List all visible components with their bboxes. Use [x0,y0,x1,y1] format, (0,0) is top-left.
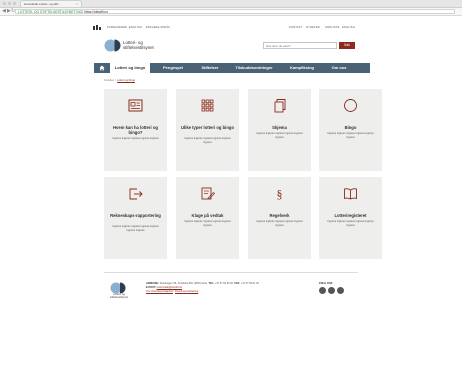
utility-link-3[interactable]: ENKLERE SPRÅK [146,25,170,30]
window-controls[interactable] [3,2,16,5]
utility-link-news[interactable]: NYHETER [306,25,320,30]
card-description: Ingress ingress ingress ingress ingress … [184,220,231,227]
fax-value: +47 57 82 81 00 [240,282,259,285]
card-description: Ingress ingress ingress ingress ingress … [327,132,374,139]
book-icon [344,188,357,200]
address-bar: ◀ ▶ ↻ LOTTERI- OG STIFTELSESTILSYNET [NO… [0,8,462,16]
grid-icon [201,99,214,112]
breadcrumb-current[interactable]: Lotteri og bingo [117,79,135,82]
card-description: Ingress ingress ingress ingress ingress … [327,220,374,227]
follow-us-label: FØLG OSS [319,282,333,285]
footer-email-line: E-POST: postmottak@lottstift.no [146,286,182,290]
address-value: Storehagen 1B, Postboks 800, 6805 Førde [159,282,208,285]
footer-logo-text: Lotteri- og stiftelsestilsynet [104,293,134,299]
cookies-link[interactable]: Om informasjonskapsler [146,290,173,293]
utility-link-1[interactable]: FOREGÅENDE [107,25,127,30]
home-icon[interactable] [99,65,105,71]
card-ulike-typer[interactable]: Ulike typer lotteri og bingo Ingress ing… [176,89,239,171]
card-description: Ingress ingress ingress ingress ingress … [112,225,159,232]
nav-item-lotteri[interactable]: Lotteri og bingo [110,63,150,73]
circle-icon [344,99,357,112]
footer-divider [104,272,358,273]
footer-logo-line-2: stiftelsestilsynet [109,296,129,299]
url-text: https://lottstift.no [84,10,109,14]
government-logo-icon [93,25,101,30]
footer-links-line: Om informasjonskapsler | Personvernerklæ… [146,290,198,294]
nav-item-stiftelser[interactable]: Stiftelser [194,63,226,73]
export-icon [129,188,143,200]
address-label: ADRESSE: [146,282,159,285]
card-title: Hvem kan ha lotteri og bingo? [113,125,158,135]
breadcrumb: Forsiden > Lotteri og bingo [104,79,135,82]
card-title: Lotteriregisteret [334,213,367,218]
nav-item-kampfiksing[interactable]: Kampfiksing [284,63,320,73]
flickr-icon[interactable] [337,287,344,294]
card-title: Regelverk [269,213,290,218]
card-title: Ulike typer lotteri og bingo [180,125,235,130]
documents-icon [274,99,286,113]
government-logo[interactable] [93,25,102,30]
browser-tab[interactable]: Hovedside Lotteri- og stift... × [20,0,82,7]
nav-item-tilskudd[interactable]: Tilskuddsordninger [229,63,279,73]
id-card-icon [128,99,143,112]
twitter-icon[interactable] [328,287,335,294]
site-logo-text[interactable]: Lotteri- og stiftelsestilsynet [123,40,154,50]
card-title: Skjema [272,125,287,130]
utility-link-contact[interactable]: KONTAKT [289,25,302,30]
card-bingo[interactable]: Bingo Ingress ingress ingress ingress in… [319,89,382,171]
footer-contact-line: ADRESSE: Storehagen 1B, Postboks 800, 68… [146,282,259,286]
card-klage[interactable]: Klage på vedtak Ingress ingress ingress … [176,177,239,259]
email-label: E-POST: [146,286,156,289]
breadcrumb-home[interactable]: Forsiden [104,79,114,82]
main-navigation: Lotteri og bingo Pengespel Stiftelser Ti… [94,63,370,73]
utility-link-2[interactable]: ENGLISH [129,25,142,30]
close-tab-icon[interactable]: × [76,1,78,7]
fax-label: FAX: [234,282,241,285]
card-description: Ingress ingress ingress ingress ingress … [256,132,303,139]
back-icon[interactable]: ◀ [2,8,6,15]
url-field[interactable]: LOTTERI- OG STIFTELSESTILSYNET [NO] http… [15,9,455,14]
card-description: Ingress ingress ingress ingress ingress … [184,137,231,144]
phone-label: TEL: [208,282,215,285]
complaint-icon [201,187,215,200]
svg-text:§: § [277,187,283,201]
email-link[interactable]: postmottak@lottstift.no [157,286,182,289]
card-hvem-kan[interactable]: Hvem kan ha lotteri og bingo? Ingress in… [104,89,167,171]
section-icon: § [277,187,283,201]
card-rekneskap[interactable]: Rekneskaps-rapportering Ingress ingress … [104,177,167,259]
card-description: Ingress ingress ingress ingress ingress [112,137,159,140]
utility-link-english[interactable]: ENGLISH [342,25,355,30]
site-logo-icon[interactable] [104,39,121,52]
search-button[interactable]: Søk [339,42,355,49]
nav-item-om-oss[interactable]: Om oss [324,63,354,73]
card-regelverk[interactable]: § Regelverk Ingress ingress ingress ingr… [248,177,311,259]
utility-link-glossary[interactable]: ORDLISTE [325,25,340,30]
browser-tab-title: Hovedside Lotteri- og stift... [24,2,61,6]
search-input[interactable] [263,42,337,49]
logo-line-2: stiftelsestilsynet [123,45,154,50]
facebook-icon[interactable] [319,287,326,294]
nav-item-pengespel[interactable]: Pengespel [156,63,190,73]
browser-titlebar: Hovedside Lotteri- og stift... × [0,0,462,8]
privacy-link[interactable]: Personvernerklæring [175,290,198,293]
ssl-indicator: LOTTERI- OG STIFTELSESTILSYNET [NO] [18,10,84,14]
phone-value: +47 57 82 80 00 [214,282,233,285]
utility-bar: FOREGÅENDE ENGLISH ENKLERE SPRÅK KONTAKT… [0,25,462,31]
card-skjema[interactable]: Skjema Ingress ingress ingress ingress i… [248,89,311,171]
card-title: Rekneskaps-rapportering [110,213,161,218]
card-title: Klage på vedtak [191,213,224,218]
card-lotteriregisteret[interactable]: Lotteriregisteret Ingress ingress ingres… [319,177,382,259]
card-description: Ingress ingress ingress ingress ingress … [256,220,303,227]
site-header: Lotteri- og stiftelsestilsynet Søk [0,37,462,59]
card-title: Bingo [344,125,357,130]
